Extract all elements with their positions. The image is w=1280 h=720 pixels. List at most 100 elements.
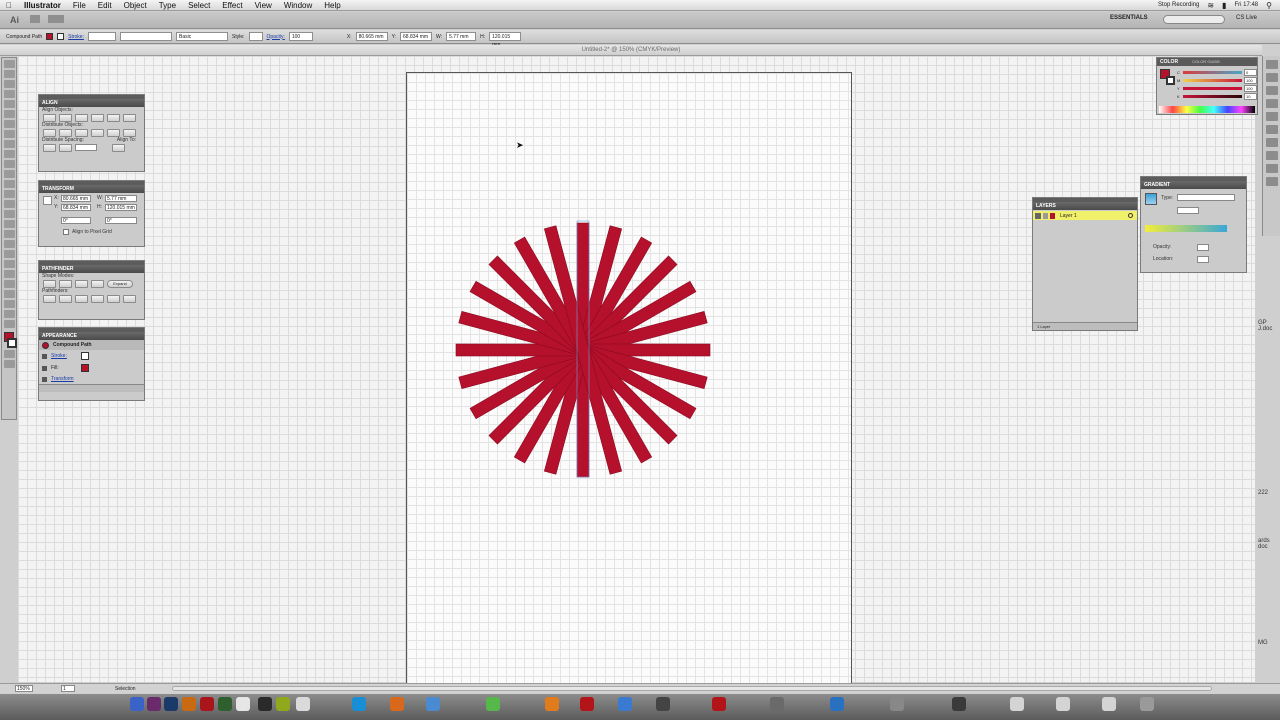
fill-swatch-icon[interactable] — [81, 364, 89, 372]
horizontal-scrollbar[interactable] — [171, 686, 1212, 691]
c-slider[interactable] — [1183, 70, 1242, 74]
clock[interactable]: Fri 17:48 — [1234, 2, 1258, 8]
document-icon[interactable] — [1010, 697, 1024, 711]
align-right-icon[interactable] — [75, 114, 88, 122]
pixel-grid-checkbox[interactable] — [63, 229, 69, 235]
style-dropdown[interactable] — [248, 32, 263, 41]
transform-x-field[interactable]: 80.665 mm — [61, 195, 91, 202]
menu-item-window[interactable]: Window — [278, 1, 318, 10]
gradient-preview-swatch[interactable] — [1145, 193, 1157, 205]
align-left-icon[interactable] — [43, 114, 56, 122]
eraser-icon[interactable] — [3, 160, 15, 168]
app-icon[interactable] — [545, 697, 559, 711]
opacity-link[interactable]: Opacity: — [267, 34, 285, 40]
appearance-transform-link[interactable]: Transform — [51, 376, 74, 382]
menu-item-view[interactable]: View — [249, 1, 278, 10]
wifi-icon[interactable]: ≋ — [1207, 1, 1214, 10]
y-field[interactable]: 100 — [1244, 84, 1257, 92]
spacing-field[interactable] — [75, 144, 97, 151]
distribute-bottom-icon[interactable] — [75, 129, 88, 137]
document-tab[interactable]: Untitled-2* @ 150% (CMYK/Preview) — [0, 45, 1262, 56]
spotlight-icon[interactable]: ⚲ — [1266, 1, 1272, 10]
width-icon[interactable] — [3, 190, 15, 198]
document-icon[interactable] — [1056, 697, 1070, 711]
fill-swatch-icon[interactable] — [46, 33, 54, 40]
align-hcenter-icon[interactable] — [59, 114, 72, 122]
line-icon[interactable] — [3, 110, 15, 118]
finder-icon[interactable] — [130, 697, 144, 711]
navigator-icon[interactable] — [1265, 177, 1278, 186]
indesign-icon[interactable] — [147, 697, 161, 711]
merge-icon[interactable] — [75, 295, 88, 303]
distribute-top-icon[interactable] — [43, 129, 56, 137]
skype-icon[interactable] — [352, 697, 366, 711]
color-stroke-swatch-icon[interactable] — [1166, 76, 1175, 85]
stroke-weight-field[interactable] — [87, 32, 116, 41]
stroke-color-icon[interactable] — [7, 338, 17, 348]
distribute-right-icon[interactable] — [123, 129, 136, 137]
m-field[interactable]: 100 — [1244, 76, 1257, 84]
minus-front-icon[interactable] — [59, 280, 72, 288]
app-icon[interactable] — [486, 697, 500, 711]
graphic-styles-icon[interactable] — [1265, 125, 1278, 134]
layer-row[interactable]: Layer 1 — [1033, 211, 1137, 220]
symbols-icon[interactable] — [1265, 86, 1278, 95]
variable-width-dropdown[interactable] — [119, 32, 172, 41]
menu-item-type[interactable]: Type — [153, 1, 182, 10]
color-guide-tab[interactable]: COLOR GUIDE — [1192, 58, 1220, 66]
appearance-stroke-link[interactable]: Stroke: — [51, 353, 77, 359]
expand-button[interactable]: Expand — [107, 280, 133, 288]
selection-tool-icon[interactable] — [3, 60, 15, 68]
status-text[interactable]: Selection — [115, 686, 136, 692]
y-field[interactable]: 68.834 mm — [400, 32, 433, 41]
crop-icon[interactable] — [91, 295, 104, 303]
stop-recording-status[interactable]: Stop Recording — [1158, 2, 1199, 8]
align-panel-title[interactable]: ALIGN — [39, 99, 144, 107]
app-icon[interactable] — [770, 697, 784, 711]
layers-panel-title[interactable]: LAYERS — [1033, 202, 1137, 210]
blob-brush-icon[interactable] — [3, 150, 15, 158]
unite-icon[interactable] — [43, 280, 56, 288]
swatches-icon[interactable] — [1265, 60, 1278, 69]
acrobat-icon[interactable] — [236, 697, 250, 711]
menu-item-file[interactable]: File — [67, 1, 92, 10]
app-icon[interactable] — [952, 697, 966, 711]
preview-icon[interactable] — [296, 697, 310, 711]
opacity-field[interactable]: 100 — [288, 32, 313, 41]
magic-wand-icon[interactable] — [3, 80, 15, 88]
layer-name[interactable]: Layer 1 — [1060, 213, 1126, 219]
gradient-opacity-field[interactable] — [1197, 244, 1209, 251]
arrange-documents-icon[interactable] — [48, 15, 64, 23]
eye-icon[interactable] — [42, 376, 47, 382]
divide-icon[interactable] — [43, 295, 56, 303]
info-icon[interactable] — [1265, 164, 1278, 173]
app-icon[interactable] — [890, 697, 904, 711]
contribute-icon[interactable] — [258, 697, 272, 711]
rotate-icon[interactable] — [3, 170, 15, 178]
transparency-icon[interactable] — [1265, 112, 1278, 121]
transform-panel-title[interactable]: TRANSFORM — [39, 185, 144, 193]
trash-icon[interactable] — [1140, 697, 1154, 711]
minus-back-icon[interactable] — [123, 295, 136, 303]
screen-mode-icon[interactable] — [3, 360, 15, 368]
color-tab[interactable]: COLOR — [1157, 58, 1178, 66]
exclude-icon[interactable] — [91, 280, 104, 288]
gradient-ramp[interactable] — [1145, 225, 1227, 232]
gradient-type-dropdown[interactable] — [1177, 194, 1235, 201]
paintbrush-icon[interactable] — [3, 130, 15, 138]
shear-field[interactable]: 0° — [105, 217, 137, 224]
artboard-icon[interactable] — [3, 290, 15, 298]
app-icon[interactable] — [830, 697, 844, 711]
app-icon[interactable] — [426, 697, 440, 711]
stroke-link[interactable]: Stroke: — [68, 34, 84, 40]
distribute-left-icon[interactable] — [91, 129, 104, 137]
artboard-number-field[interactable]: 1 — [61, 685, 75, 692]
blend-icon[interactable] — [3, 260, 15, 268]
lock-toggle-icon[interactable] — [1043, 212, 1048, 219]
menu-item-illustrator[interactable]: Illustrator — [18, 1, 67, 10]
pathfinder-panel-title[interactable]: PATHFINDER — [39, 265, 144, 273]
flash-icon[interactable] — [200, 697, 214, 711]
stroke-swatch-icon[interactable] — [57, 33, 65, 40]
app-icon[interactable] — [712, 697, 726, 711]
gradient-location-field[interactable] — [1197, 256, 1209, 263]
